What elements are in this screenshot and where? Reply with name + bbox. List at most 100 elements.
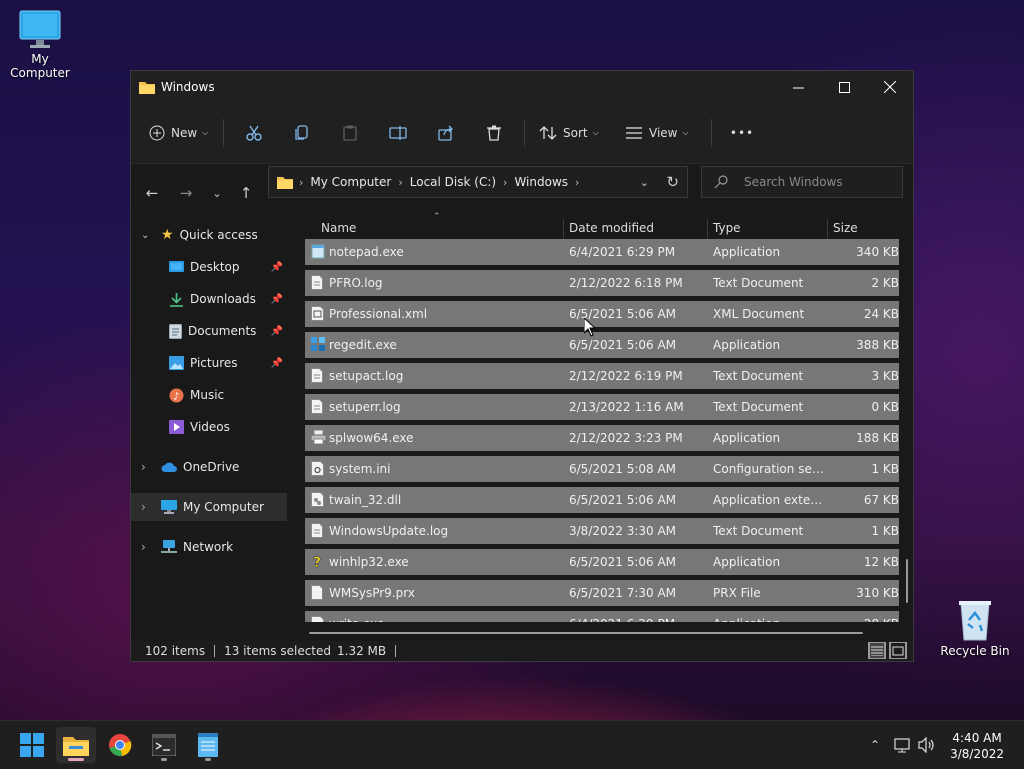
table-row[interactable]: write.exe 6/4/2021 6:29 PM Application 28 K… xyxy=(305,611,899,622)
document-icon xyxy=(311,523,323,541)
arrow-left-icon: ← xyxy=(145,184,159,202)
vertical-scrollbar[interactable] xyxy=(906,559,908,603)
table-row[interactable]: PFRO.log 2/12/2022 6:18 PM Text Document 2 … xyxy=(305,270,899,296)
file-name: WMSysPr9.prx xyxy=(329,586,415,600)
table-row[interactable]: notepad.exe 6/4/2021 6:29 PM Application 34… xyxy=(305,239,899,265)
volume-icon[interactable] xyxy=(918,737,936,753)
nav-item-downloads[interactable]: Downloads 📌 xyxy=(131,285,287,313)
search-box[interactable] xyxy=(701,166,903,198)
xml-icon xyxy=(311,306,324,324)
desktop-icon-label: Recycle Bin xyxy=(940,644,1010,658)
network-icon xyxy=(161,540,177,554)
paste-button[interactable] xyxy=(326,117,374,149)
column-header-name[interactable]: Name xyxy=(321,221,356,235)
details-view-button[interactable] xyxy=(868,642,886,659)
forward-button[interactable]: → xyxy=(169,184,203,202)
table-row[interactable]: setupact.log 2/12/2022 6:19 PM Text Docume… xyxy=(305,363,899,389)
table-row[interactable]: setuperr.log 2/13/2022 1:16 AM Text Docume… xyxy=(305,394,899,420)
new-button[interactable]: New ⌵ xyxy=(149,117,217,149)
system-clock[interactable]: 4:40 AM 3/8/2022 xyxy=(950,730,1004,762)
chevron-right-icon: › xyxy=(141,460,146,474)
table-row[interactable]: twain_32.dll 6/5/2021 5:06 AM Application … xyxy=(305,487,899,513)
table-row[interactable]: Professional.xml 6/5/2021 5:06 AM XML Docu… xyxy=(305,301,899,327)
nav-item-desktop[interactable]: Desktop 📌 xyxy=(131,253,287,281)
file-size: 388 KB xyxy=(856,338,899,352)
breadcrumb-my-computer[interactable]: My Computer xyxy=(310,175,391,189)
trash-icon xyxy=(486,125,502,141)
maximize-button[interactable] xyxy=(821,71,867,103)
breadcrumb-windows[interactable]: Windows xyxy=(514,175,568,189)
up-button[interactable]: ↑ xyxy=(231,184,261,202)
title-bar[interactable]: Windows xyxy=(131,71,913,103)
cloud-icon xyxy=(161,462,177,473)
tiles-view-button[interactable] xyxy=(889,642,907,659)
cut-button[interactable] xyxy=(230,117,278,149)
more-options-button[interactable]: ••• xyxy=(718,117,766,149)
clock-time: 4:40 AM xyxy=(952,731,1002,745)
close-button[interactable] xyxy=(867,71,913,103)
file-name: WindowsUpdate.log xyxy=(329,524,449,538)
nav-item-documents[interactable]: Documents 📌 xyxy=(131,317,287,345)
start-button[interactable] xyxy=(12,727,52,763)
mouse-cursor-icon xyxy=(583,316,597,340)
chevron-right-icon: › xyxy=(503,175,508,189)
column-header-date[interactable]: Date modified xyxy=(569,221,654,235)
file-date-modified: 2/12/2022 6:18 PM xyxy=(569,276,683,290)
more-options-label: ••• xyxy=(729,126,755,140)
search-input[interactable] xyxy=(742,174,896,190)
refresh-button[interactable]: ↻ xyxy=(666,173,679,191)
desktop-icon-my-computer[interactable]: My Computer xyxy=(0,10,80,80)
sort-button[interactable]: Sort ⌵ xyxy=(531,117,617,149)
nav-quick-access[interactable]: ⌄ ★ Quick access xyxy=(131,221,287,249)
taskbar-notepad[interactable] xyxy=(188,727,228,763)
view-button[interactable]: View ⌵ xyxy=(617,117,705,149)
notepad-icon xyxy=(311,244,325,262)
nav-label: Music xyxy=(190,388,225,402)
taskbar-chrome[interactable] xyxy=(100,727,140,763)
windows-logo-icon xyxy=(20,733,44,757)
nav-my-computer[interactable]: › My Computer xyxy=(131,493,287,521)
file-type: Text Document xyxy=(713,400,804,414)
table-row[interactable]: WindowsUpdate.log 3/8/2022 3:30 AM Text Do… xyxy=(305,518,899,544)
running-indicator xyxy=(205,758,211,761)
recycle-bin-icon xyxy=(956,598,994,642)
file-size: 2 KB xyxy=(871,276,899,290)
nav-network[interactable]: › Network xyxy=(131,533,287,561)
nav-item-pictures[interactable]: Pictures 📌 xyxy=(131,349,287,377)
sort-label: Sort xyxy=(563,126,588,140)
nav-onedrive[interactable]: › OneDrive xyxy=(131,453,287,481)
address-bar[interactable]: › My Computer › Local Disk (C:) › Window… xyxy=(268,166,688,198)
back-button[interactable]: ← xyxy=(135,184,169,202)
table-row[interactable]: WMSysPr9.prx 6/5/2021 7:30 AM PRX File 310 … xyxy=(305,580,899,606)
network-status-icon[interactable] xyxy=(894,737,912,753)
file-name: setuperr.log xyxy=(329,400,401,414)
column-header-type[interactable]: Type xyxy=(713,221,741,235)
show-hidden-icons-button[interactable]: ⌃ xyxy=(870,738,880,752)
breadcrumb-local-disk[interactable]: Local Disk (C:) xyxy=(410,175,496,189)
table-row[interactable]: splwow64.exe 2/12/2022 3:23 PM Application… xyxy=(305,425,899,451)
file-size: 12 KB xyxy=(863,555,899,569)
nav-label: Desktop xyxy=(190,260,240,274)
settings-file-icon xyxy=(311,461,324,479)
table-row[interactable]: system.ini 6/5/2021 5:08 AM Configuration … xyxy=(305,456,899,482)
rename-button[interactable] xyxy=(374,117,422,149)
nav-item-music[interactable]: ♪ Music xyxy=(131,381,287,409)
nav-item-videos[interactable]: Videos xyxy=(131,413,287,441)
share-button[interactable] xyxy=(422,117,470,149)
desktop-icon-recycle-bin[interactable]: Recycle Bin xyxy=(935,598,1015,658)
taskbar-file-explorer[interactable] xyxy=(56,727,96,763)
copy-button[interactable] xyxy=(278,117,326,149)
column-header-size[interactable]: Size xyxy=(833,221,858,235)
minimize-button[interactable] xyxy=(775,71,821,103)
address-history-button[interactable]: ⌄ xyxy=(640,176,649,189)
file-name: regedit.exe xyxy=(329,338,397,352)
recent-locations-button[interactable]: ⌄ xyxy=(203,187,231,200)
horizontal-scrollbar[interactable] xyxy=(309,632,863,634)
clipboard-icon xyxy=(342,125,358,141)
delete-button[interactable] xyxy=(470,117,518,149)
table-row[interactable]: regedit.exe 6/5/2021 5:06 AM Application 38… xyxy=(305,332,899,358)
taskbar-terminal[interactable] xyxy=(144,727,184,763)
svg-text:?: ? xyxy=(313,555,321,569)
table-row[interactable]: ? winhlp32.exe 6/5/2021 5:06 AM Application… xyxy=(305,549,899,575)
file-size: 24 KB xyxy=(863,307,899,321)
